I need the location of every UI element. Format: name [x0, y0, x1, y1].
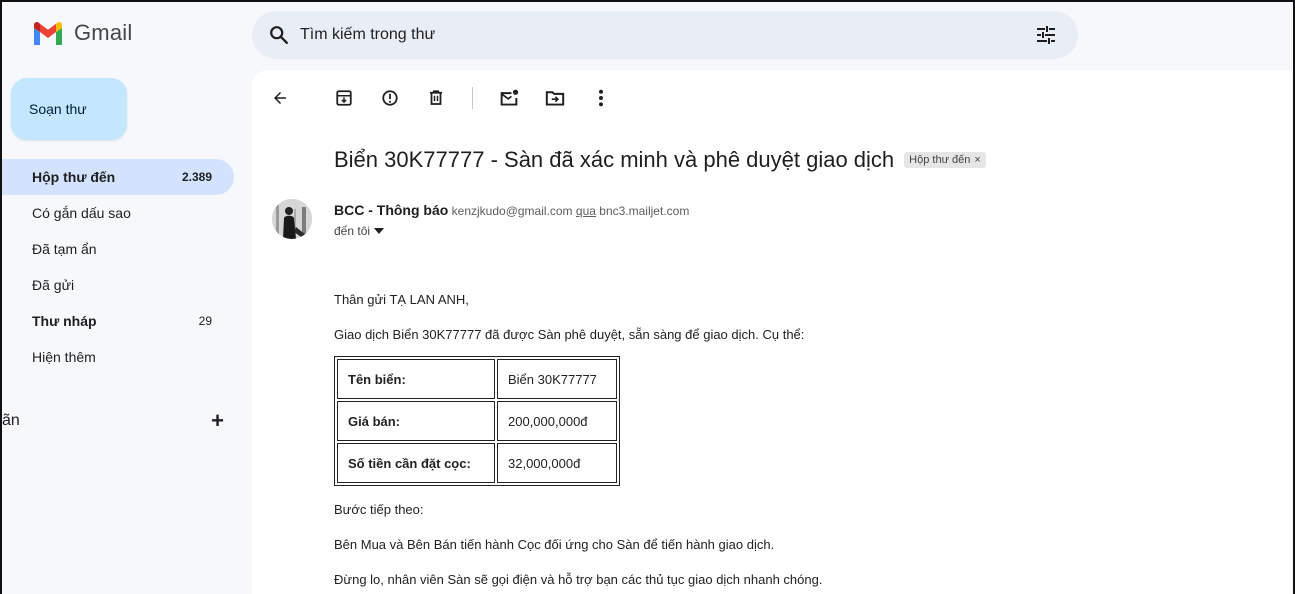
app-name: Gmail — [74, 20, 133, 45]
delete-icon — [430, 90, 442, 105]
move-to-button[interactable] — [545, 88, 565, 108]
table-row: Giá bán: 200,000,000đ — [337, 401, 617, 441]
gmail-m-icon — [34, 22, 62, 45]
table-row: Số tiền cần đặt cọc: 32,000,000đ — [337, 443, 617, 483]
instruction-paragraph: Bên Mua và Bên Bán tiến hành Cọc đối ứng… — [334, 537, 775, 552]
tune-icon[interactable] — [1034, 23, 1058, 47]
recipient-dropdown[interactable]: đến tôi — [334, 224, 385, 238]
delete-button[interactable] — [426, 88, 446, 108]
table-cell-key: Số tiền cần đặt cọc: — [337, 443, 495, 483]
add-label-button[interactable]: + — [211, 408, 224, 434]
intro-paragraph: Giao dịch Biển 30K77777 đã được Sàn phê … — [334, 327, 805, 342]
caret-down-icon — [374, 228, 385, 234]
plate-info-table: Tên biển: Biển 30K77777 Giá bán: 200,000… — [334, 356, 620, 486]
table-row: Tên biển: Biển 30K77777 — [337, 359, 617, 399]
label-chip-text: Hộp thư đến — [909, 154, 971, 166]
email-subject: Biển 30K77777 - Sàn đã xác minh và phê d… — [334, 147, 895, 172]
via-domain: bnc3.mailjet.com — [599, 204, 690, 218]
remove-label-button[interactable]: × — [974, 154, 980, 166]
sidebar-item-label: Có gắn dấu sao — [32, 205, 131, 221]
via-link[interactable]: qua — [576, 204, 596, 218]
inbox-label-chip[interactable]: Hộp thư đến × — [904, 152, 986, 168]
sidebar-item-label: Hộp thư đến — [32, 169, 116, 185]
message-toolbar — [270, 84, 637, 112]
sidebar-item-more[interactable]: Hiện thêm — [2, 339, 234, 375]
archive-button[interactable] — [334, 88, 354, 108]
avatar-photo — [272, 199, 312, 239]
reassurance-paragraph: Đừng lo, nhân viên Sàn sẽ gọi điện và hỗ… — [334, 572, 823, 587]
sidebar-item-sent[interactable]: Đã gửi — [2, 267, 234, 303]
sidebar-item-starred[interactable]: Có gắn dấu sao — [2, 195, 234, 231]
sidebar-item-label: Thư nháp — [32, 313, 97, 329]
sender-line: BCC - Thông báo kenzjkudo@gmail.com qua … — [334, 202, 689, 218]
archive-icon — [336, 90, 352, 106]
search-icon[interactable] — [268, 24, 290, 46]
table-cell-value: 200,000,000đ — [497, 401, 617, 441]
sidebar-item-count: 2.389 — [181, 170, 212, 184]
report-spam-button[interactable] — [380, 88, 400, 108]
mark-unread-icon — [500, 89, 519, 106]
compose-button[interactable]: Soạn thư — [11, 78, 127, 140]
search-bar[interactable]: Tìm kiếm trong thư — [252, 11, 1078, 59]
sidebar-item-inbox[interactable]: Hộp thư đến 2.389 — [2, 159, 234, 195]
sidebar-item-snoozed[interactable]: Đã tạm ẩn — [2, 231, 234, 267]
labels-section: ãn + — [2, 408, 224, 434]
move-to-icon — [545, 91, 565, 106]
sender-avatar[interactable] — [272, 199, 312, 239]
table-cell-key: Tên biển: — [337, 359, 495, 399]
report-spam-icon — [382, 90, 398, 106]
sidebar-item-count: 29 — [198, 314, 212, 328]
sidebar-item-drafts[interactable]: Thư nháp 29 — [2, 303, 234, 339]
sidebar-item-label: Đã tạm ẩn — [32, 241, 97, 257]
gmail-window: Gmail Tìm kiếm trong thư Soạn thư Hộp th… — [0, 0, 1295, 594]
back-button[interactable] — [270, 88, 290, 108]
gmail-logo[interactable]: Gmail — [32, 20, 132, 46]
table-cell-key: Giá bán: — [337, 401, 495, 441]
labels-header: ãn — [2, 412, 20, 429]
next-step-heading: Bước tiếp theo: — [334, 502, 424, 517]
message-panel: Biển 30K77777 - Sàn đã xác minh và phê d… — [252, 70, 1292, 594]
toolbar-divider — [472, 87, 473, 109]
mark-unread-button[interactable] — [499, 88, 519, 108]
search-input[interactable]: Tìm kiếm trong thư — [300, 26, 1034, 44]
email-body: Thân gửi TẠ LAN ANH, Giao dịch Biển 30K7… — [334, 292, 822, 594]
email-subject-row: Biển 30K77777 - Sàn đã xác minh và phê d… — [334, 147, 986, 173]
sidebar-nav: Hộp thư đến 2.389 Có gắn dấu sao Đã tạm … — [2, 159, 234, 375]
more-options-button[interactable] — [591, 88, 611, 108]
recipient-label: đến tôi — [334, 224, 371, 238]
table-cell-value: 32,000,000đ — [497, 443, 617, 483]
sender-name[interactable]: BCC - Thông báo — [334, 202, 448, 218]
sidebar-item-label: Hiện thêm — [32, 349, 96, 365]
sidebar-item-label: Đã gửi — [32, 277, 75, 293]
more-options-icon — [599, 89, 603, 107]
back-arrow-icon — [274, 92, 286, 104]
greeting: Thân gửi TẠ LAN ANH, — [334, 292, 469, 307]
table-cell-value: Biển 30K77777 — [497, 359, 617, 399]
sender-email: kenzjkudo@gmail.com — [451, 204, 573, 218]
